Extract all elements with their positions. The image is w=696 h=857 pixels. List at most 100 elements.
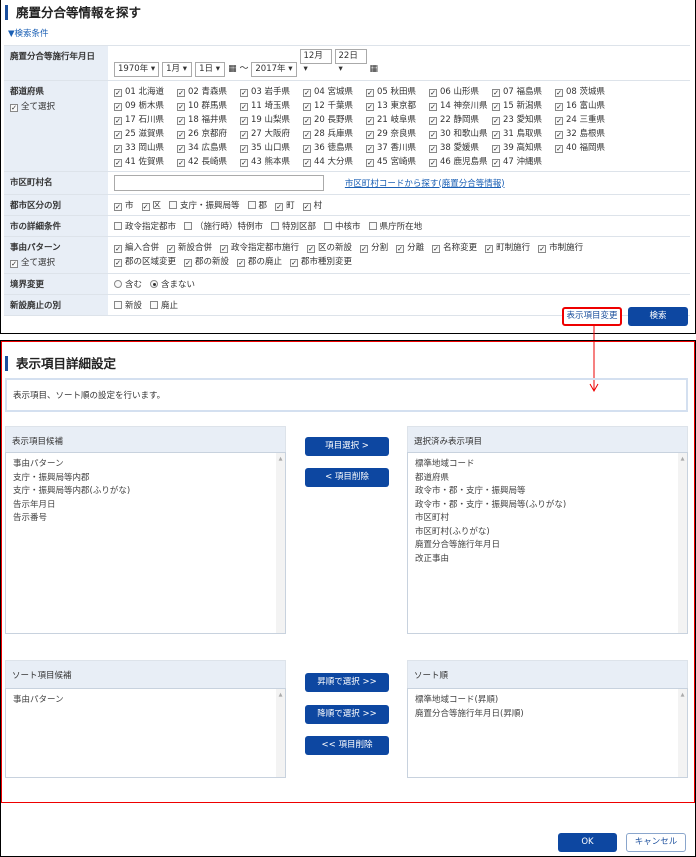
list-item[interactable]: 廃置分合等施行年月日(昇順) (415, 708, 680, 722)
reason-option[interactable]: 市制施行 (538, 241, 583, 255)
checkbox[interactable] (303, 89, 311, 97)
reason-option[interactable]: 郡の廃止 (237, 255, 282, 269)
checkbox[interactable] (114, 301, 122, 309)
city-detail-option[interactable]: 特別区部 (271, 220, 316, 232)
checkbox[interactable] (492, 89, 500, 97)
reason-option[interactable]: 郡の新設 (184, 255, 229, 269)
checkbox[interactable] (429, 89, 437, 97)
prefecture-checkbox[interactable]: 18 福井県 (177, 113, 232, 125)
scrollbar[interactable]: ▲ (678, 453, 687, 633)
checkbox[interactable] (114, 89, 122, 97)
list-item[interactable]: 告示番号 (13, 512, 278, 526)
list-item[interactable]: 市区町村 (415, 512, 680, 526)
new-abolish-option[interactable]: 新設 (114, 299, 142, 311)
calendar-icon[interactable]: ▦ (370, 64, 379, 74)
checkbox[interactable] (10, 104, 18, 112)
list-item[interactable]: 市区町村(ふりがな) (415, 526, 680, 540)
prefecture-checkbox[interactable]: 32 島根県 (555, 127, 610, 139)
checkbox[interactable] (555, 103, 563, 111)
city-type-option[interactable]: 区 (141, 199, 161, 211)
cancel-button[interactable]: キャンセル (626, 833, 686, 852)
checkbox[interactable] (303, 159, 311, 167)
checkbox[interactable] (429, 103, 437, 111)
selected-list[interactable]: 標準地域コード 都道府県 政令市・郡・支庁・振興局等 政令市・郡・支庁・振興局等(ふり… (407, 452, 688, 634)
checkbox[interactable] (114, 222, 122, 230)
prefecture-checkbox[interactable]: 34 広島県 (177, 141, 232, 153)
list-item[interactable]: 事由パターン (13, 458, 278, 472)
checkbox[interactable] (492, 131, 500, 139)
sort-candidates-list[interactable]: 事由パターン ▲ (5, 688, 286, 778)
sort-order-list[interactable]: 標準地域コード(昇順) 廃置分合等施行年月日(昇順) ▲ (407, 688, 688, 778)
checkbox[interactable] (303, 131, 311, 139)
checkbox[interactable] (240, 117, 248, 125)
city-detail-option[interactable]: 県庁所在地 (368, 220, 422, 232)
scrollbar[interactable]: ▲ (276, 689, 285, 777)
checkbox[interactable] (167, 245, 176, 253)
boundary-option[interactable]: 含む (114, 278, 142, 290)
prefecture-checkbox[interactable]: 43 熊本県 (240, 155, 295, 167)
reason-option[interactable]: 政令指定都市施行 (220, 241, 299, 255)
checkbox[interactable] (114, 203, 122, 211)
boundary-option[interactable]: 含まない (150, 278, 195, 290)
checkbox[interactable] (240, 131, 248, 139)
prefecture-checkbox[interactable]: 46 鹿児島県 (429, 155, 488, 167)
prefecture-checkbox[interactable]: 24 三重県 (555, 113, 610, 125)
prefecture-checkbox[interactable]: 40 福岡県 (555, 141, 610, 153)
checkbox[interactable] (184, 259, 193, 267)
to-year-select[interactable]: 2017年 ▾ (251, 62, 297, 77)
scrollbar[interactable]: ▲ (276, 453, 285, 633)
municipality-code-link[interactable]: 市区町村コードから探す(廃置分合等情報) (345, 179, 505, 189)
prefecture-checkbox[interactable]: 12 千葉県 (303, 99, 358, 111)
prefecture-checkbox[interactable]: 08 茨城県 (555, 85, 610, 97)
checkbox[interactable] (307, 245, 316, 253)
prefecture-checkbox[interactable]: 22 静岡県 (429, 113, 484, 125)
checkbox[interactable] (114, 131, 122, 139)
municipality-input[interactable] (114, 175, 324, 191)
checkbox[interactable] (429, 117, 437, 125)
checkbox[interactable] (247, 201, 256, 209)
prefecture-checkbox[interactable]: 39 高知県 (492, 141, 547, 153)
reason-option[interactable]: 郡市種別変更 (290, 255, 352, 269)
search-button[interactable]: 検索 (628, 307, 688, 326)
checkbox[interactable] (538, 245, 547, 253)
list-item[interactable]: 政令市・郡・支庁・振興局等(ふりがな) (415, 499, 680, 513)
city-type-option[interactable]: 支庁・振興局等 (169, 199, 240, 211)
checkbox[interactable] (237, 259, 246, 267)
list-item[interactable]: 事由パターン (13, 694, 278, 708)
checkbox[interactable] (555, 89, 563, 97)
checkbox[interactable] (492, 145, 500, 153)
reason-option[interactable]: 分割 (360, 241, 388, 255)
prefecture-checkbox[interactable]: 47 沖縄県 (492, 155, 547, 167)
from-year-select[interactable]: 1970年 ▾ (114, 62, 160, 77)
prefecture-checkbox[interactable]: 01 北海道 (114, 85, 169, 97)
checkbox[interactable] (360, 245, 369, 253)
select-item-button[interactable]: 項目選択 > (305, 437, 389, 456)
checkbox[interactable] (302, 203, 311, 211)
checkbox[interactable] (177, 117, 185, 125)
list-item[interactable]: 支庁・振興局等内郡 (13, 472, 278, 486)
prefecture-checkbox[interactable]: 38 愛媛県 (429, 141, 484, 153)
list-item[interactable]: 都道府県 (415, 472, 680, 486)
checkbox[interactable] (432, 245, 441, 253)
prefecture-checkbox[interactable]: 30 和歌山県 (429, 127, 488, 139)
prefecture-checkbox[interactable]: 13 東京都 (366, 99, 421, 111)
checkbox[interactable] (290, 259, 299, 267)
prefecture-checkbox[interactable]: 04 宮城県 (303, 85, 358, 97)
city-type-option[interactable]: 村 (302, 199, 322, 211)
prefecture-checkbox[interactable]: 41 佐賀県 (114, 155, 169, 167)
prefecture-checkbox[interactable]: 16 富山県 (555, 99, 610, 111)
city-detail-option[interactable]: 中核市 (324, 220, 361, 232)
checkbox[interactable] (114, 117, 122, 125)
list-item[interactable]: 標準地域コード(昇順) (415, 694, 680, 708)
reason-option[interactable]: 町制施行 (485, 241, 530, 255)
checkbox[interactable] (240, 159, 248, 167)
checkbox[interactable] (396, 245, 405, 253)
radio[interactable] (114, 280, 122, 288)
city-detail-option[interactable]: （施行時）特例市 (184, 220, 263, 232)
prefecture-checkbox[interactable]: 02 青森県 (177, 85, 232, 97)
prefecture-select-all[interactable]: 全て選択 (10, 100, 102, 112)
candidates-list[interactable]: 事由パターン 支庁・振興局等内郡 支庁・振興局等内郡(ふりがな) 告示年月日 告示番号 ▲ (5, 452, 286, 634)
prefecture-checkbox[interactable]: 10 群馬県 (177, 99, 232, 111)
ascending-select-button[interactable]: 昇順で選択 >> (305, 673, 389, 692)
checkbox[interactable] (240, 145, 248, 153)
